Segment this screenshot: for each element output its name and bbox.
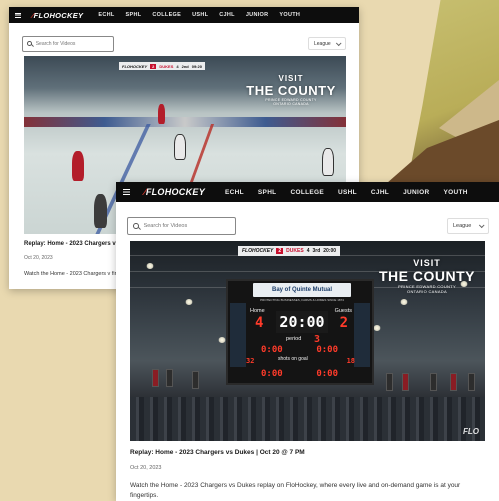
flohockey-logo[interactable]: ⁄FLOHOCKEY: [32, 11, 83, 20]
league-select[interactable]: League: [447, 217, 489, 234]
nav-link-cjhl[interactable]: CJHL: [219, 12, 235, 18]
score-overlay-home-score: 2: [276, 248, 284, 254]
scoreboard-sponsor-sub: PROTECTING BUSINESSES, FARMS & HOMES SIN…: [260, 298, 344, 302]
score-overlay-period: 2nd: [181, 63, 189, 69]
scoreboard-guest-shots: 18: [346, 357, 355, 365]
search-input[interactable]: [143, 222, 235, 229]
score-overlay-clock: 20:00: [323, 248, 337, 254]
score-overlay-home-score: 2: [150, 63, 157, 69]
scoreboard-penalty-right-top: 0:00: [316, 345, 338, 355]
sponsor-ad: VISIT THE COUNTY PRINCE EDWARD COUNTY ON…: [375, 258, 479, 294]
filter-toolbar: League: [116, 202, 499, 241]
score-overlay-period: 3rd: [312, 248, 321, 254]
nav-link-echl[interactable]: ECHL: [225, 189, 244, 196]
score-overlay-brand: FLOHOCKEY: [242, 248, 274, 254]
ad-county-text: THE COUNTY: [246, 83, 336, 98]
top-nav: ⁄FLOHOCKEY ECHL SPHL COLLEGE USHL CJHL J…: [116, 182, 499, 202]
sponsor-ad: VISIT THE COUNTY PRINCE EDWARD COUNTY ON…: [243, 74, 339, 106]
scoreboard-home-score: 4: [255, 315, 264, 331]
score-overlay-team: DUKES: [286, 248, 304, 254]
score-overlay-brand: FLOHOCKEY: [122, 63, 148, 69]
league-select-label: League: [453, 222, 472, 229]
score-overlay-team: DUKES: [159, 63, 174, 69]
nav-link-sphl[interactable]: SPHL: [258, 189, 277, 196]
scoreboard-home-shots: 32: [246, 357, 255, 365]
scoreboard-guests-label: Guests: [334, 308, 352, 314]
search-input[interactable]: [35, 40, 113, 47]
nav-link-sphl[interactable]: SPHL: [126, 12, 142, 18]
nav-link-junior[interactable]: JUNIOR: [246, 12, 269, 18]
nav-link-cjhl[interactable]: CJHL: [371, 189, 389, 196]
chevron-down-icon: [478, 221, 485, 228]
search-box[interactable]: [127, 216, 236, 235]
score-overlay: FLOHOCKEY 2 DUKES 4 3rd 20:00: [238, 246, 341, 256]
search-box[interactable]: [22, 35, 114, 52]
menu-icon[interactable]: [123, 189, 130, 195]
scoreboard-home-label: Home: [250, 308, 265, 314]
flo-watermark: FLO: [463, 427, 479, 436]
scoreboard-period-label: period: [286, 336, 302, 342]
ad-location-line2: ONTARIO CANADA: [273, 102, 309, 106]
league-select[interactable]: League: [308, 37, 346, 50]
nav-link-echl[interactable]: ECHL: [98, 12, 114, 18]
score-overlay-clock: 09:20: [191, 63, 202, 69]
ad-county-text: THE COUNTY: [379, 268, 475, 284]
chevron-down-icon: [335, 39, 342, 46]
nav-link-ushl[interactable]: USHL: [338, 189, 357, 196]
menu-icon[interactable]: [15, 12, 21, 18]
video-description: Watch the Home - 2023 Chargers vs Dukes …: [130, 482, 461, 500]
scoreboard-period: 3: [314, 334, 321, 345]
video-player[interactable]: Bay of Quinte Mutual PROTECTING BUSINESS…: [130, 241, 485, 441]
scoreboard-clock: 20:00: [276, 311, 328, 333]
nav-link-college[interactable]: COLLEGE: [290, 189, 324, 196]
video-title[interactable]: Replay: Home - 2023 Chargers vs Dukes | …: [130, 449, 499, 456]
nav-link-youth[interactable]: YOUTH: [279, 12, 300, 18]
ad-visit-text: VISIT: [413, 258, 441, 268]
scoreboard-penalty-left-bottom: 0:00: [261, 369, 283, 379]
score-overlay: FLOHOCKEY 2 DUKES 4 2nd 09:20: [119, 62, 205, 70]
top-nav: ⁄FLOHOCKEY ECHL SPHL COLLEGE USHL CJHL J…: [9, 7, 359, 23]
scoreboard-sponsor: Bay of Quinte Mutual: [253, 283, 351, 297]
ad-visit-text: VISIT: [278, 74, 304, 83]
filter-toolbar: League: [9, 23, 359, 56]
scoreboard-penalty-left-top: 0:00: [261, 345, 283, 355]
score-overlay-away-score: 4: [176, 63, 179, 69]
league-select-label: League: [314, 40, 331, 47]
video-date: Oct 20, 2023: [130, 465, 162, 471]
arena-scoreboard: Bay of Quinte Mutual PROTECTING BUSINESS…: [226, 279, 374, 385]
video-caption: Replay: Home - 2023 Chargers vs Dukes | …: [116, 441, 499, 501]
scoreboard-penalty-right-bottom: 0:00: [316, 369, 338, 379]
nav-link-college[interactable]: COLLEGE: [152, 12, 181, 18]
nav-link-junior[interactable]: JUNIOR: [403, 189, 429, 196]
score-overlay-away-score: 4: [306, 248, 310, 254]
search-icon: [27, 41, 32, 46]
nav-link-ushl[interactable]: USHL: [192, 12, 208, 18]
scoreboard-guest-score: 2: [339, 315, 348, 331]
nav-link-youth[interactable]: YOUTH: [443, 189, 467, 196]
front-browser-window: ⁄FLOHOCKEY ECHL SPHL COLLEGE USHL CJHL J…: [116, 182, 499, 501]
scoreboard-shots-label: shots on goal: [278, 356, 308, 362]
flohockey-logo[interactable]: ⁄FLOHOCKEY: [144, 187, 205, 197]
search-icon: [133, 222, 139, 229]
ad-location-line2: ONTARIO CANADA: [407, 289, 447, 294]
